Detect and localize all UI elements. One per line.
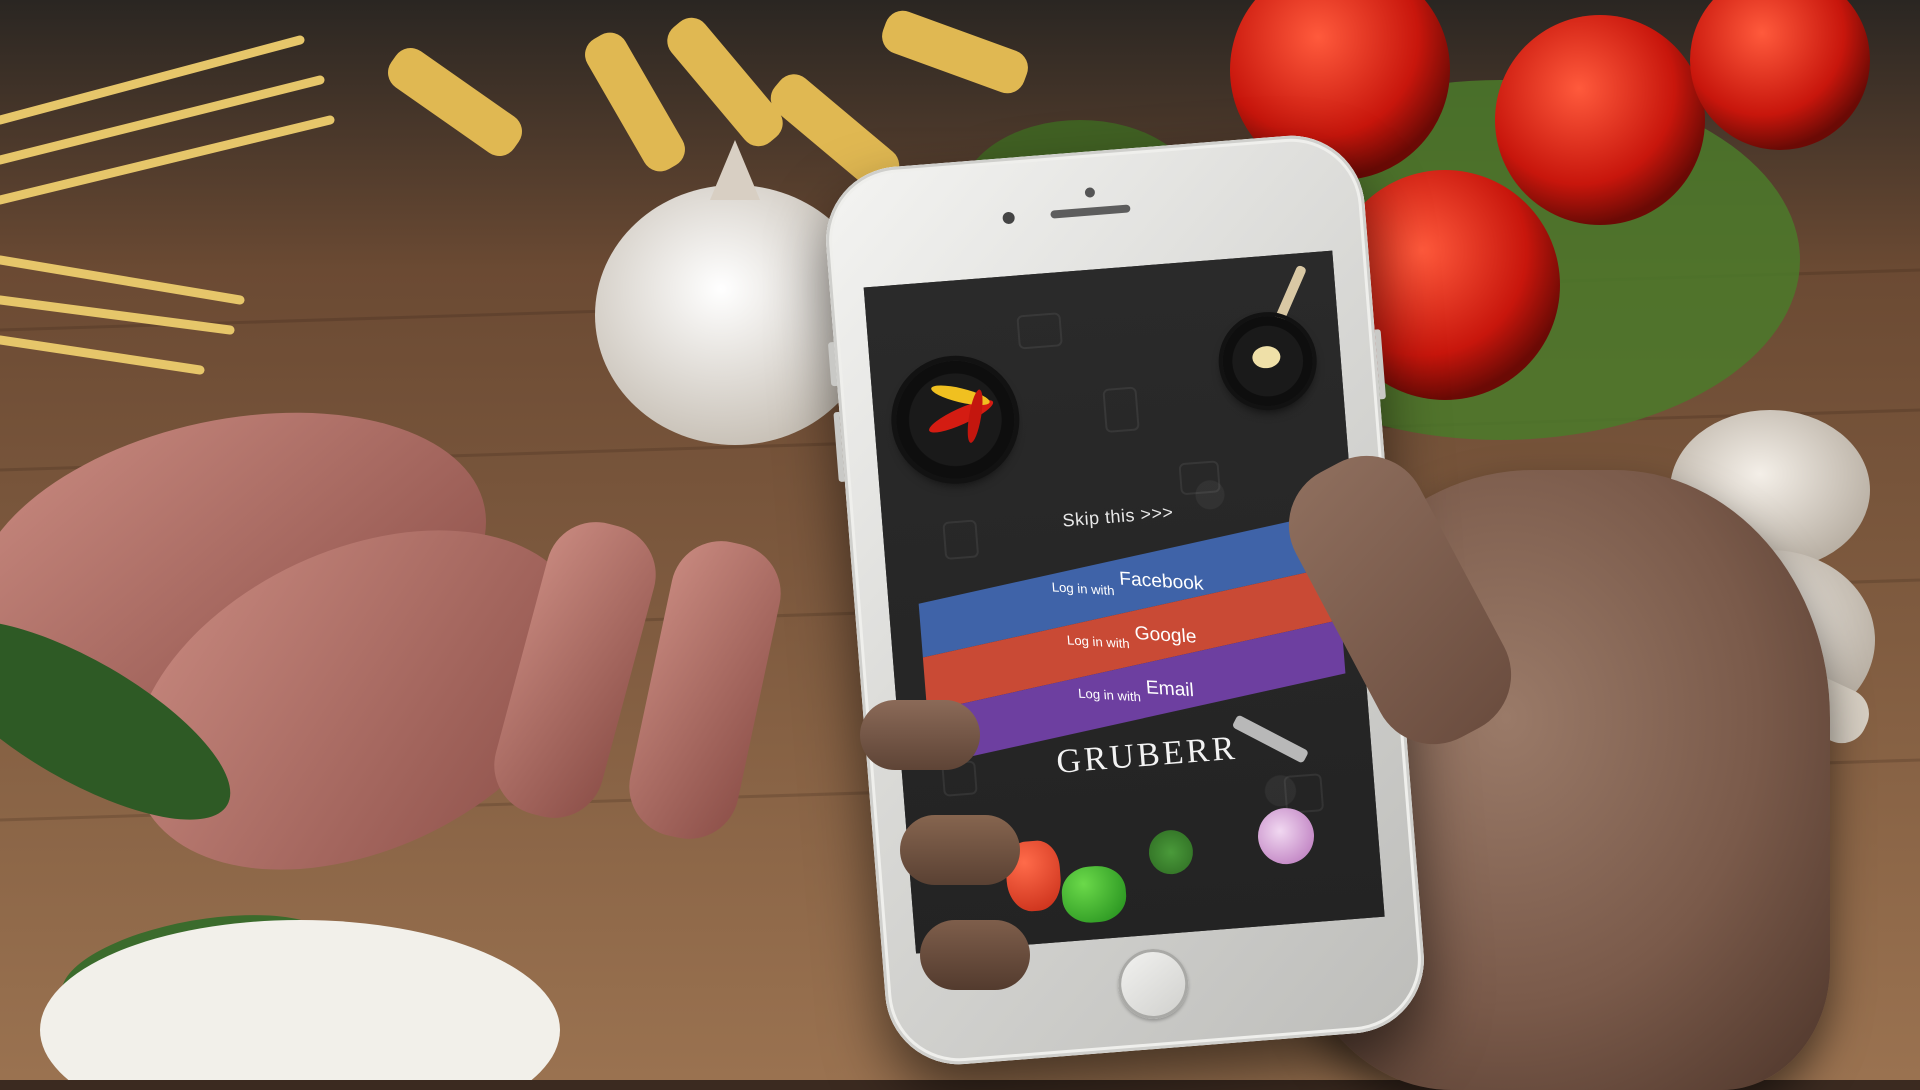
spatula-icon bbox=[1231, 714, 1310, 764]
doodle-pattern bbox=[942, 519, 980, 560]
pan-handle-icon bbox=[1273, 264, 1308, 324]
doodle-pattern bbox=[1016, 312, 1063, 350]
doodle-pattern bbox=[1102, 386, 1140, 433]
parsley-icon bbox=[1147, 828, 1195, 876]
finger bbox=[900, 815, 1020, 885]
login-provider: Google bbox=[1134, 623, 1198, 648]
login-provider: Email bbox=[1145, 677, 1195, 702]
green-bell-pepper-icon bbox=[1059, 863, 1129, 925]
finger bbox=[860, 700, 980, 770]
skip-link[interactable]: Skip this >>> bbox=[1062, 502, 1174, 532]
brand-logo: Gruberr bbox=[1055, 729, 1240, 781]
doodle-pattern bbox=[1178, 460, 1221, 496]
garlic-icon bbox=[1255, 805, 1317, 867]
login-prefix: Log in with bbox=[1066, 632, 1131, 652]
login-provider: Facebook bbox=[1118, 568, 1205, 595]
login-prefix: Log in with bbox=[1051, 579, 1116, 599]
login-prefix: Log in with bbox=[1077, 685, 1142, 705]
finger bbox=[920, 920, 1030, 990]
